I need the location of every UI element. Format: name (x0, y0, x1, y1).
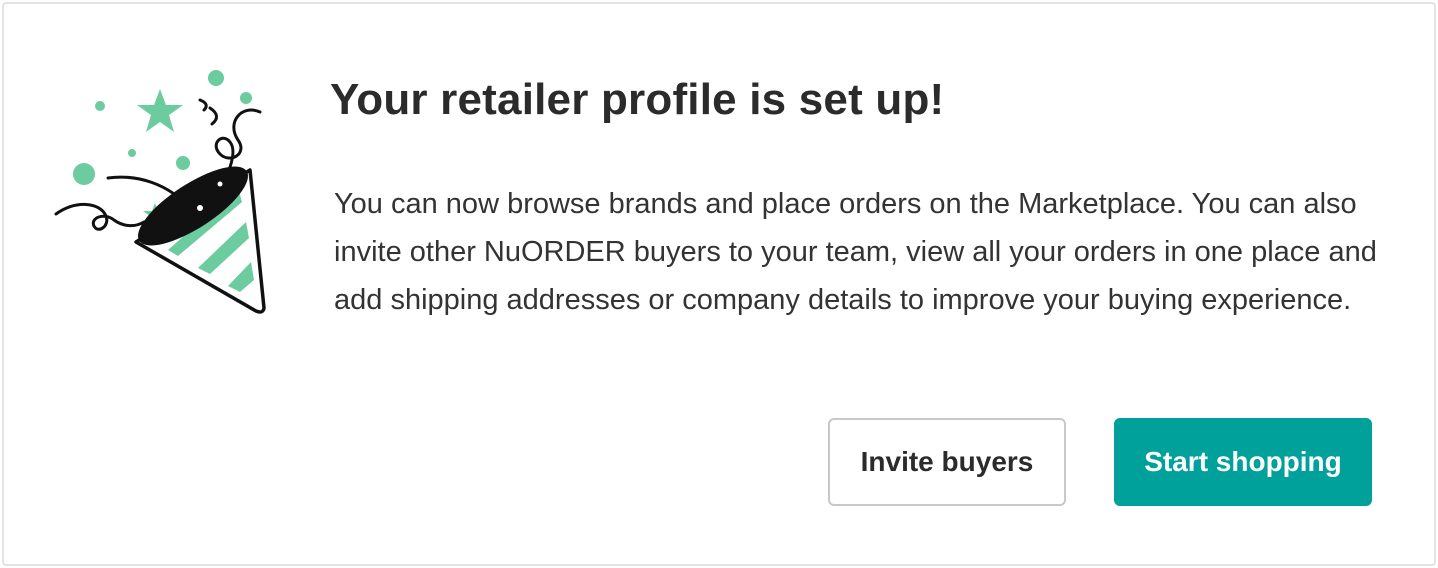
party-popper-icon (50, 62, 276, 324)
start-shopping-button[interactable]: Start shopping (1114, 418, 1372, 506)
setup-complete-card: Your retailer profile is set up! You can… (2, 2, 1436, 566)
action-buttons: Invite buyers Start shopping (828, 418, 1372, 506)
description-text: You can now browse brands and place orde… (334, 188, 1377, 316)
invite-buyers-button[interactable]: Invite buyers (828, 418, 1066, 506)
page-title: Your retailer profile is set up! (330, 75, 945, 124)
